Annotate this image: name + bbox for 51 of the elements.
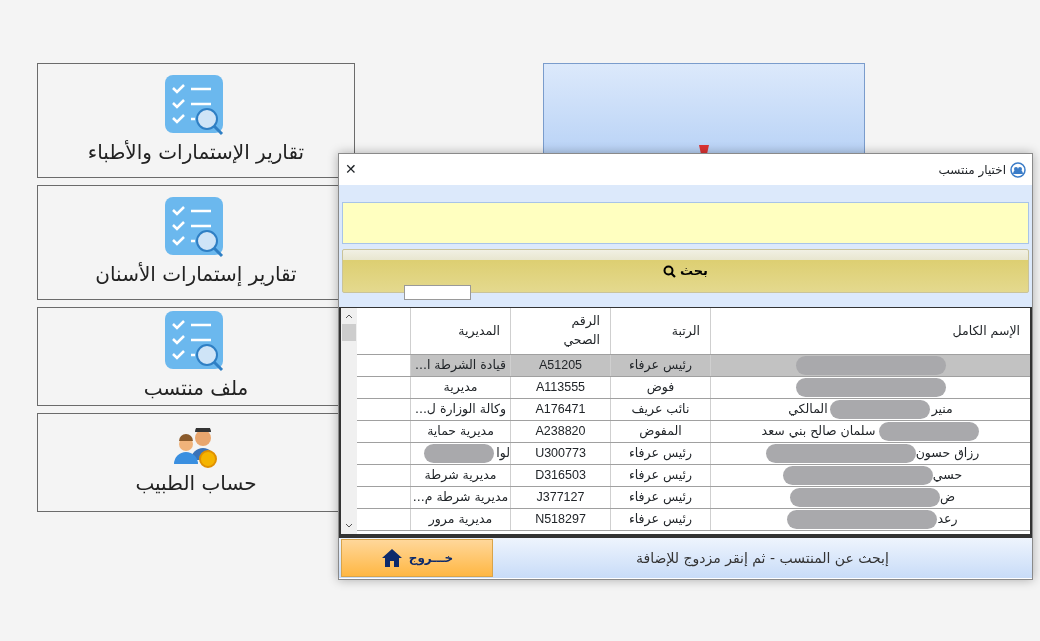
close-icon[interactable]: ✕ (345, 159, 357, 180)
table-cell: رئيس عرفاء (628, 356, 693, 375)
users-icon (1010, 161, 1026, 178)
search-field[interactable] (342, 202, 1029, 244)
table-cell: مديرية حماية (427, 422, 494, 441)
basket-icon (698, 143, 710, 155)
scroll-down-icon[interactable] (345, 523, 353, 529)
people-icon (172, 427, 220, 468)
table-cell: قيادة الشرطة ا... (415, 356, 506, 375)
table-cell: رئيس عرفاء (628, 510, 693, 529)
table-cell: لوا (496, 444, 510, 463)
table-cell-text: D316503 (535, 467, 586, 485)
search-button[interactable]: بحث (342, 249, 1029, 293)
table-cell-text: U300773 (535, 445, 586, 463)
column-header: الرتبة (671, 321, 700, 341)
table-cell-text: A176471 (535, 401, 586, 419)
table-cell: مديرية (443, 378, 478, 397)
table-cell: المالكي (788, 400, 828, 419)
table-cell: مديرية شرطة (424, 466, 497, 485)
table-cell-text: A238820 (535, 423, 586, 441)
table-cell-text: A51205 (538, 357, 583, 375)
table-cell: ض (939, 488, 956, 507)
table-cell: مديرية مرور (428, 510, 493, 529)
table-cell: فوض (646, 378, 675, 397)
scroll-thumb[interactable] (342, 324, 356, 341)
table-cell-text: J377127 (536, 489, 585, 507)
table-cell: حسي (932, 466, 963, 485)
table-cell: رئيس عرفاء (628, 466, 693, 485)
table-cell: سلمان صالح بني سعد (761, 422, 876, 441)
table-cell: المفوض (639, 422, 682, 441)
home-icon (380, 548, 403, 568)
table-cell: رئيس عرفاء (628, 444, 693, 463)
scrollbar[interactable] (341, 308, 357, 534)
search-icon (663, 264, 676, 278)
exit-button[interactable]: خـــروج (341, 539, 493, 577)
status-text: إبحث عن المنتسب - ثم إنقر مزدوج للإضافة (635, 548, 890, 569)
scroll-up-icon[interactable] (345, 313, 353, 319)
table-cell: رئيس عرفاء (628, 488, 693, 507)
table-cell: منير (931, 400, 953, 419)
column-header: المديرية (458, 321, 500, 341)
table-cell-text: A113555 (535, 379, 586, 397)
empty-tooltip (404, 285, 471, 300)
table-cell-text: N518297 (535, 511, 586, 529)
column-header: الإسم الكامل (952, 321, 1020, 340)
table-cell: مديرية شرطة م... (412, 488, 509, 507)
table-cell: رعد (937, 510, 958, 529)
table-cell: نائب عريف (631, 400, 690, 419)
table-cell: رزاق حسون (915, 444, 980, 463)
window-title: اختيار منتسب (938, 161, 1006, 179)
table-cell: وكالة الوزارة ل... (414, 400, 507, 419)
column-header: الرقم الصحي (562, 312, 600, 349)
